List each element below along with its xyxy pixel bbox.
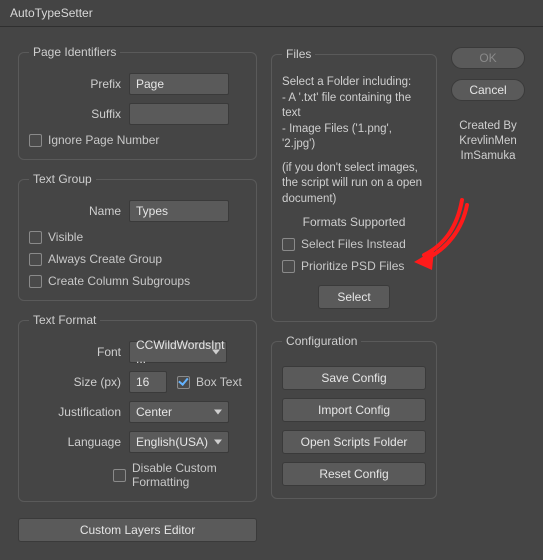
prioritize-psd-checkbox[interactable]: Prioritize PSD Files	[282, 259, 426, 273]
ok-button[interactable]: OK	[451, 47, 525, 69]
import-config-button[interactable]: Import Config	[282, 398, 426, 422]
select-files-instead-label: Select Files Instead	[301, 237, 406, 251]
checkbox-icon	[282, 260, 295, 273]
justification-select[interactable]: Center	[129, 401, 229, 423]
files-group: Files Select a Folder including: - A '.t…	[271, 47, 437, 322]
always-create-label: Always Create Group	[48, 252, 162, 266]
justification-value: Center	[136, 405, 172, 419]
always-create-checkbox[interactable]: Always Create Group	[29, 252, 246, 266]
justification-label: Justification	[29, 405, 129, 419]
suffix-input[interactable]	[129, 103, 229, 125]
open-scripts-folder-button[interactable]: Open Scripts Folder	[282, 430, 426, 454]
checkbox-icon	[29, 231, 42, 244]
checkbox-icon	[282, 238, 295, 251]
chevron-down-icon	[214, 410, 222, 415]
cancel-button[interactable]: Cancel	[451, 79, 525, 101]
text-group-legend: Text Group	[29, 172, 96, 186]
formats-supported-label: Formats Supported	[282, 215, 426, 229]
group-name-label: Name	[29, 204, 129, 218]
checkbox-icon	[29, 275, 42, 288]
prioritize-psd-label: Prioritize PSD Files	[301, 259, 404, 273]
font-select[interactable]: CCWildWordsInt ...	[129, 341, 227, 363]
select-files-instead-checkbox[interactable]: Select Files Instead	[282, 237, 426, 251]
size-input[interactable]	[129, 371, 167, 393]
prefix-label: Prefix	[29, 77, 129, 91]
files-legend: Files	[282, 47, 315, 61]
language-label: Language	[29, 435, 129, 449]
suffix-label: Suffix	[29, 107, 129, 121]
configuration-legend: Configuration	[282, 334, 361, 348]
checkbox-icon	[177, 376, 190, 389]
page-identifiers-legend: Page Identifiers	[29, 45, 120, 59]
window-titlebar: AutoTypeSetter	[0, 0, 543, 27]
ignore-page-number-checkbox[interactable]: Ignore Page Number	[29, 133, 246, 147]
custom-layers-editor-button[interactable]: Custom Layers Editor	[18, 518, 257, 542]
credits: Created By KrevlinMen ImSamuka	[459, 119, 517, 164]
text-format-legend: Text Format	[29, 313, 100, 327]
font-label: Font	[29, 345, 129, 359]
checkbox-icon	[29, 134, 42, 147]
visible-checkbox[interactable]: Visible	[29, 230, 246, 244]
size-label: Size (px)	[29, 375, 129, 389]
page-identifiers-group: Page Identifiers Prefix Suffix Ignore Pa…	[18, 45, 257, 160]
disable-custom-format-label: Disable Custom Formatting	[132, 461, 246, 489]
chevron-down-icon	[212, 350, 220, 355]
select-folder-button[interactable]: Select	[318, 285, 390, 309]
reset-config-button[interactable]: Reset Config	[282, 462, 426, 486]
checkbox-icon	[113, 469, 126, 482]
column-subgroups-checkbox[interactable]: Create Column Subgroups	[29, 274, 246, 288]
visible-label: Visible	[48, 230, 83, 244]
group-name-input[interactable]	[129, 200, 229, 222]
ignore-page-number-label: Ignore Page Number	[48, 133, 159, 147]
text-format-group: Text Format Font CCWildWordsInt ... Size…	[18, 313, 257, 502]
save-config-button[interactable]: Save Config	[282, 366, 426, 390]
prefix-input[interactable]	[129, 73, 229, 95]
text-group-group: Text Group Name Visible Always Create Gr…	[18, 172, 257, 301]
chevron-down-icon	[214, 440, 222, 445]
disable-custom-format-checkbox[interactable]: Disable Custom Formatting	[113, 461, 246, 489]
box-text-label: Box Text	[196, 375, 242, 389]
configuration-group: Configuration Save Config Import Config …	[271, 334, 437, 499]
language-value: English(USA)	[136, 435, 208, 449]
files-hint2: (if you don't select images, the script …	[282, 161, 426, 208]
window-title: AutoTypeSetter	[10, 6, 93, 20]
box-text-checkbox[interactable]: Box Text	[177, 375, 242, 389]
column-subgroups-label: Create Column Subgroups	[48, 274, 190, 288]
language-select[interactable]: English(USA)	[129, 431, 229, 453]
files-hint: Select a Folder including: - A '.txt' fi…	[282, 75, 426, 153]
checkbox-icon	[29, 253, 42, 266]
